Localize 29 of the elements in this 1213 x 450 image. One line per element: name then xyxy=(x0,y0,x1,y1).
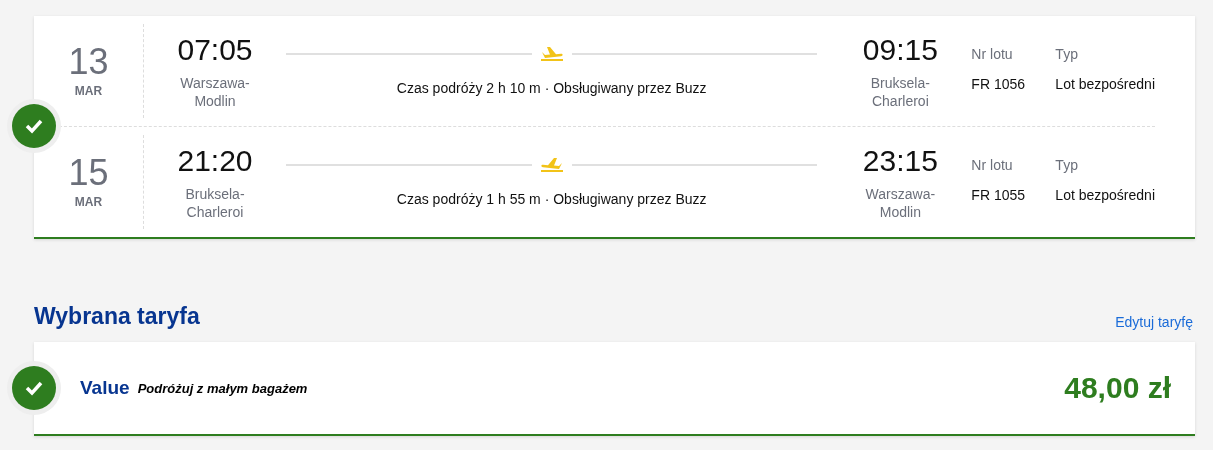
fare-price: 48,00 zł xyxy=(1064,371,1171,405)
departure-time: 07:05 xyxy=(177,32,253,68)
section-title: Wybrana taryfa xyxy=(34,303,200,330)
flight-day: 15 xyxy=(68,155,109,191)
airplane-icon xyxy=(539,157,564,173)
arrival-time: 23:15 xyxy=(862,143,938,179)
fare-description: Podróżuj z małym bagażem xyxy=(137,380,308,396)
departure-time: 21:20 xyxy=(177,143,253,179)
flight-summary: Czas podróży 2 h 10 m · Obsługiwany przez Buzz xyxy=(396,80,707,96)
departure-airport: Warszawa-Modlin xyxy=(179,74,251,111)
flight-type: Lot bezpośredni xyxy=(1055,187,1155,203)
flight-month: MAR xyxy=(74,84,103,98)
flight-type-label: Typ xyxy=(1055,46,1079,62)
arrival-airport: Bruksela-Charleroi xyxy=(869,74,931,111)
flight-summary: Czas podróży 1 h 55 m · Obsługiwany przez Buzz xyxy=(396,191,707,207)
flight-type: Lot bezpośredni xyxy=(1055,76,1155,92)
fare-name: Value xyxy=(80,377,130,399)
airplane-icon xyxy=(539,46,564,62)
flight-number-label: Nr lotu xyxy=(971,46,1014,62)
flight-month: MAR xyxy=(74,195,103,209)
flight-number-label: Nr lotu xyxy=(971,157,1014,173)
edit-fare-link[interactable]: Edytuj taryfę xyxy=(1115,314,1193,330)
departure-airport: Bruksela-Charleroi xyxy=(184,185,246,222)
flight-type-label: Typ xyxy=(1055,157,1079,173)
flight-day: 13 xyxy=(68,44,109,80)
arrival-airport: Warszawa-Modlin xyxy=(864,185,937,222)
arrival-time: 09:15 xyxy=(862,32,938,68)
flight-number: FR 1055 xyxy=(971,187,1027,203)
flight-number: FR 1056 xyxy=(971,76,1027,92)
